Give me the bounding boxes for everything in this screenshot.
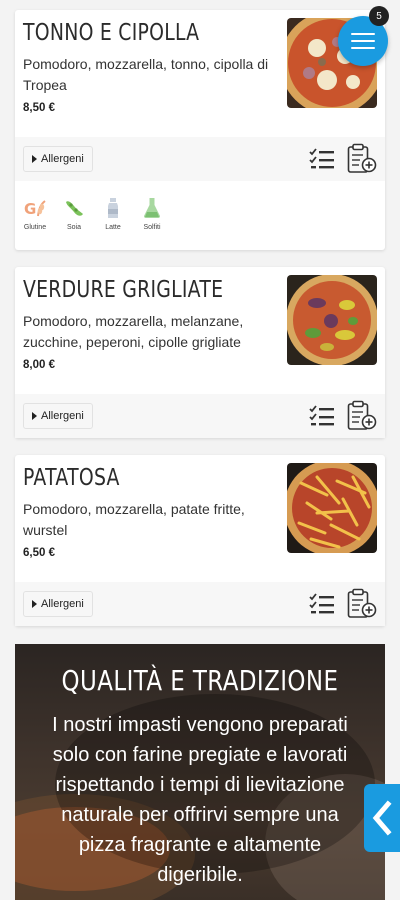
side-panel-toggle[interactable] bbox=[364, 784, 400, 852]
menu-count-badge: 5 bbox=[369, 6, 389, 26]
checklist-icon[interactable] bbox=[309, 405, 335, 427]
menu-item-card: VERDURE GRIGLIATE Pomodoro, mozzarella, … bbox=[15, 267, 385, 438]
add-to-order-icon[interactable] bbox=[347, 400, 377, 432]
quality-banner: QUALITÀ E TRADIZIONE I nostri impasti ve… bbox=[15, 644, 385, 900]
allergen-list: G Glutine Soia Latte Solfiti bbox=[20, 196, 167, 231]
milk-icon bbox=[108, 198, 118, 218]
menu-item-actions: Allergeni bbox=[15, 582, 385, 626]
banner-text: I nostri impasti vengono preparati solo … bbox=[52, 714, 348, 886]
allergen-label: Solfiti bbox=[143, 224, 161, 231]
allergen-label: Soia bbox=[66, 224, 81, 231]
allergens-button-label: Allergeni bbox=[41, 153, 84, 165]
menu-item-header: TONNO E CIPOLLA Pomodoro, mozzarella, to… bbox=[15, 10, 385, 114]
menu-item-description: Pomodoro, mozzarella, patate fritte, wur… bbox=[23, 501, 245, 538]
allergens-toggle-button[interactable]: Allergeni bbox=[23, 591, 93, 617]
banner-title: QUALITÀ E TRADIZIONE bbox=[61, 664, 339, 697]
allergens-button-label: Allergeni bbox=[41, 598, 84, 610]
menu-item-title: TONNO E CIPOLLA bbox=[23, 20, 200, 46]
gluten-icon: G bbox=[24, 200, 46, 218]
add-to-order-icon[interactable] bbox=[347, 143, 377, 175]
caret-right-icon bbox=[32, 155, 37, 163]
allergen-label: Latte bbox=[105, 224, 121, 231]
checklist-icon[interactable] bbox=[309, 148, 335, 170]
chevron-left-icon bbox=[372, 800, 392, 836]
allergens-button-label: Allergeni bbox=[41, 410, 84, 422]
caret-right-icon bbox=[32, 600, 37, 608]
menu-item-header: VERDURE GRIGLIATE Pomodoro, mozzarella, … bbox=[15, 267, 385, 371]
sulfites-icon bbox=[144, 198, 160, 218]
allergen-label: Glutine bbox=[23, 224, 47, 231]
menu-item-title: PATATOSA bbox=[23, 465, 120, 491]
allergen-gluten: G Glutine bbox=[20, 196, 50, 231]
allergen-milk: Latte bbox=[98, 196, 128, 231]
menu-item-description: Pomodoro, mozzarella, tonno, cipolla di … bbox=[23, 56, 269, 93]
pizza-image bbox=[287, 463, 377, 553]
pizza-image bbox=[287, 275, 377, 365]
menu-item-description: Pomodoro, mozzarella, melanzane, zucchin… bbox=[23, 313, 244, 350]
add-to-order-icon[interactable] bbox=[347, 588, 377, 620]
svg-text:G: G bbox=[24, 200, 36, 218]
soy-icon bbox=[66, 201, 83, 216]
caret-right-icon bbox=[32, 412, 37, 420]
menu-item-actions: Allergeni bbox=[15, 394, 385, 438]
menu-item-actions: Allergeni bbox=[15, 137, 385, 181]
menu-item-header: PATATOSA Pomodoro, mozzarella, patate fr… bbox=[15, 455, 385, 559]
menu-item-card: PATATOSA Pomodoro, mozzarella, patate fr… bbox=[15, 455, 385, 626]
allergens-toggle-button[interactable]: Allergeni bbox=[23, 403, 93, 429]
menu-item-title: VERDURE GRIGLIATE bbox=[23, 277, 224, 303]
allergens-toggle-button[interactable]: Allergeni bbox=[23, 146, 93, 172]
allergen-sulfites: Solfiti bbox=[137, 196, 167, 231]
allergen-soy: Soia bbox=[59, 196, 89, 231]
checklist-icon[interactable] bbox=[309, 593, 335, 615]
hamburger-icon bbox=[351, 33, 375, 54]
